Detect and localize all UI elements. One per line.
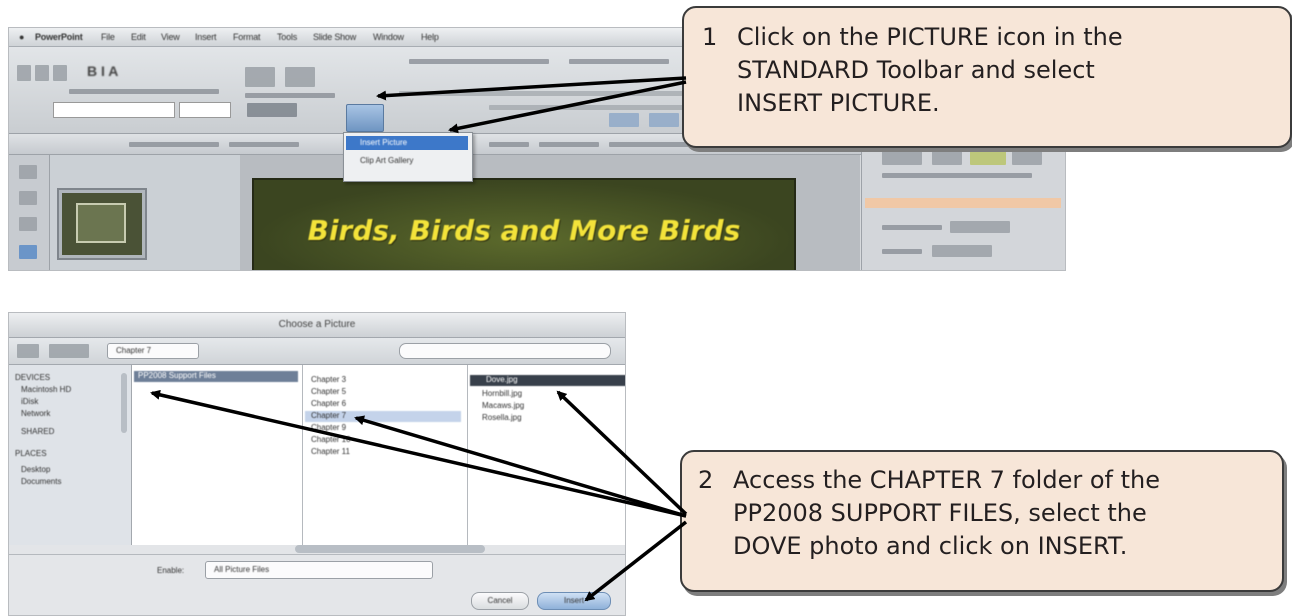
tools-sidebar (9, 155, 50, 270)
instruction-callout-2: 2 Access the CHAPTER 7 folder of the PP2… (680, 450, 1284, 592)
sidebar-item: DEVICES (15, 373, 51, 382)
callout-2-line-1: Access the CHAPTER 7 folder of the (733, 466, 1160, 494)
open-icon[interactable] (35, 65, 49, 81)
enable-label: Enable: (157, 566, 185, 575)
sidebar-tool-icon[interactable] (19, 165, 37, 179)
chart-icon[interactable] (649, 113, 679, 127)
folder-item[interactable]: Chapter 5 (311, 387, 346, 398)
horizontal-scrollbar[interactable] (295, 545, 485, 553)
toolbar-group-2[interactable] (285, 67, 315, 87)
palette-button[interactable] (932, 147, 962, 165)
folder-item[interactable]: Chapter 10 (311, 435, 351, 446)
menu-item-clip-art[interactable]: Clip Art Gallery (346, 154, 468, 168)
sidebar-item[interactable]: Macintosh HD (21, 385, 71, 396)
path-popup[interactable]: Chapter 7 (107, 343, 199, 359)
menu-item-help[interactable]: Help (421, 32, 439, 42)
font-style-icons[interactable]: B I A (87, 63, 118, 79)
browser-column-3: Dove.jpg Hornbill.jpg Macaws.jpg Rosella… (468, 365, 625, 545)
menu-item-slideshow[interactable]: Slide Show (313, 32, 356, 42)
sidebar-tool-icon[interactable] (19, 217, 37, 231)
folder-item-chapter-7[interactable]: Chapter 7 (305, 411, 461, 422)
callout-1-line-2: STANDARD Toolbar and select (737, 56, 1095, 84)
sidebar-item[interactable]: Documents (21, 477, 61, 488)
browser-column-1: PP2008 Support Files (132, 365, 303, 545)
palette-highlight-row (865, 198, 1061, 208)
callout-2-line-3: DOVE photo and click on INSERT. (733, 532, 1128, 560)
menu-item-edit[interactable]: Edit (131, 32, 146, 42)
back-icon[interactable] (17, 344, 39, 358)
menu-item-file[interactable]: File (101, 32, 115, 42)
font-name-field[interactable] (53, 102, 175, 118)
picture-icon[interactable] (346, 104, 384, 132)
palette-button[interactable] (1012, 147, 1042, 165)
file-item[interactable]: Hornbill.jpg (482, 389, 522, 400)
callout-1-line-3: INSERT PICTURE. (737, 89, 940, 117)
folder-item[interactable]: Chapter 3 (311, 375, 346, 386)
folder-item[interactable]: Chapter 9 (311, 423, 346, 434)
palette-button[interactable] (970, 147, 1006, 165)
enable-select[interactable]: All Picture Files (205, 561, 433, 579)
file-item-dove[interactable]: Dove.jpg (470, 375, 625, 386)
sidebar-item: PLACES (15, 449, 47, 458)
menu-item-tools[interactable]: Tools (277, 32, 297, 42)
dialog-sidebar: DEVICES Macintosh HD iDisk Network SHARE… (9, 365, 132, 545)
file-item[interactable]: Rosella.jpg (482, 413, 522, 424)
slide-canvas[interactable]: Birds, Birds and More Birds (252, 178, 796, 270)
sidebar-item[interactable]: SHARED (21, 427, 54, 438)
insert-button[interactable]: Insert (537, 592, 611, 610)
browser-column-2: Chapter 3 Chapter 5 Chapter 6 Chapter 7 … (303, 365, 468, 545)
sidebar-item[interactable]: Network (21, 409, 50, 420)
table-icon[interactable] (609, 113, 639, 127)
new-icon[interactable] (17, 65, 31, 81)
palette-button[interactable] (882, 147, 922, 165)
choose-picture-dialog-screenshot: Choose a Picture Chapter 7 DEVICES Macin… (8, 312, 626, 616)
menu-item-insert[interactable]: Insert (195, 32, 217, 42)
thumbnail-image (76, 203, 126, 243)
search-field[interactable] (399, 343, 611, 359)
dialog-titlebar: Choose a Picture (9, 313, 625, 338)
palette-button[interactable] (932, 245, 992, 257)
folder-item[interactable]: Chapter 6 (311, 399, 346, 410)
save-icon[interactable] (53, 65, 67, 81)
palette-button[interactable] (950, 221, 1010, 233)
folder-item[interactable]: Chapter 11 (311, 447, 350, 458)
cancel-button[interactable]: Cancel (471, 592, 529, 610)
slide-thumbnail[interactable] (59, 190, 145, 258)
picture-dropdown-menu: Insert Picture Clip Art Gallery (343, 132, 473, 182)
callout-1-line-1: Click on the PICTURE icon in the (737, 23, 1123, 51)
apple-icon[interactable]: ● (19, 32, 24, 42)
sidebar-scrollbar[interactable] (121, 373, 127, 433)
dialog-footer: Enable: All Picture Files Cancel Insert (9, 554, 625, 615)
view-icon[interactable] (49, 344, 89, 358)
callout-2-line-2: PP2008 SUPPORT FILES, select the (733, 499, 1147, 527)
sidebar-tool-icon[interactable] (19, 245, 37, 259)
sidebar-item[interactable]: Desktop (21, 465, 50, 476)
sidebar-item[interactable]: iDisk (21, 397, 38, 408)
sidebar-tool-icon[interactable] (19, 191, 37, 205)
toolbar-group-1[interactable] (245, 67, 275, 87)
step-number-1: 1 (702, 23, 718, 51)
menu-item-app[interactable]: PowerPoint (35, 32, 83, 42)
menu-item-format[interactable]: Format (233, 32, 261, 42)
instruction-callout-1: 1 Click on the PICTURE icon in the STAND… (682, 6, 1292, 148)
toolbar-tools-block[interactable] (247, 103, 297, 117)
dialog-title: Choose a Picture (278, 319, 356, 330)
menu-item-view[interactable]: View (161, 32, 180, 42)
file-item[interactable]: Macaws.jpg (482, 401, 524, 412)
font-size-field[interactable] (179, 102, 231, 118)
slide-title[interactable]: Birds, Birds and More Birds (254, 214, 794, 247)
step-number-2: 2 (698, 466, 714, 494)
menu-item-window[interactable]: Window (373, 32, 404, 42)
folder-item[interactable]: PP2008 Support Files (134, 371, 298, 382)
dialog-toolbar: Chapter 7 (9, 338, 625, 365)
menu-item-insert-picture[interactable]: Insert Picture (346, 136, 468, 150)
